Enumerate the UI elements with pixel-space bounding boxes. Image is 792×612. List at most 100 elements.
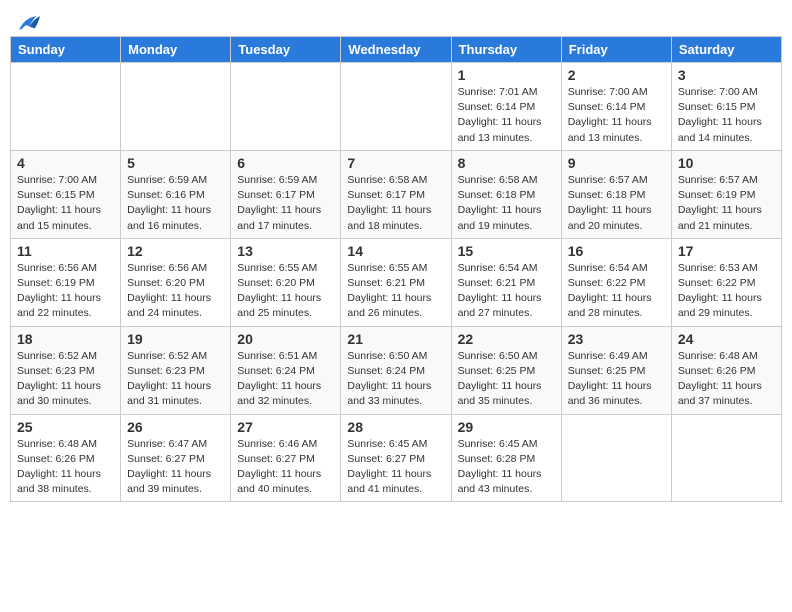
day-info: Sunrise: 6:52 AM Sunset: 6:23 PM Dayligh… — [127, 349, 224, 410]
table-row — [561, 414, 671, 502]
col-wednesday: Wednesday — [341, 37, 451, 63]
day-info: Sunrise: 6:57 AM Sunset: 6:18 PM Dayligh… — [568, 173, 665, 234]
table-row: 6 Sunrise: 6:59 AM Sunset: 6:17 PM Daylig… — [231, 150, 341, 238]
calendar-week-row: 1 Sunrise: 7:01 AM Sunset: 6:14 PM Daylig… — [11, 63, 782, 151]
day-number: 15 — [458, 243, 555, 259]
table-row: 29 Sunrise: 6:45 AM Sunset: 6:28 PM Dayli… — [451, 414, 561, 502]
table-row: 9 Sunrise: 6:57 AM Sunset: 6:18 PM Daylig… — [561, 150, 671, 238]
day-info: Sunrise: 6:51 AM Sunset: 6:24 PM Dayligh… — [237, 349, 334, 410]
day-info: Sunrise: 7:01 AM Sunset: 6:14 PM Dayligh… — [458, 85, 555, 146]
day-number: 17 — [678, 243, 775, 259]
col-monday: Monday — [121, 37, 231, 63]
table-row — [231, 63, 341, 151]
day-info: Sunrise: 6:50 AM Sunset: 6:24 PM Dayligh… — [347, 349, 444, 410]
day-info: Sunrise: 6:47 AM Sunset: 6:27 PM Dayligh… — [127, 437, 224, 498]
calendar-week-row: 25Sunrise: 6:48 AM Sunset: 6:26 PM Dayli… — [11, 414, 782, 502]
day-info: Sunrise: 7:00 AM Sunset: 6:15 PM Dayligh… — [17, 173, 114, 234]
day-info: Sunrise: 6:52 AM Sunset: 6:23 PM Dayligh… — [17, 349, 114, 410]
table-row — [11, 63, 121, 151]
table-row: 11 Sunrise: 6:56 AM Sunset: 6:19 PM Dayli… — [11, 238, 121, 326]
day-info: Sunrise: 6:56 AM Sunset: 6:19 PM Dayligh… — [17, 261, 114, 322]
table-row: 22 Sunrise: 6:50 AM Sunset: 6:25 PM Dayli… — [451, 326, 561, 414]
day-info: Sunrise: 6:48 AM Sunset: 6:26 PM Dayligh… — [678, 349, 775, 410]
calendar-week-row: 4 Sunrise: 7:00 AM Sunset: 6:15 PM Daylig… — [11, 150, 782, 238]
day-number: 21 — [347, 331, 444, 347]
day-number: 11 — [17, 243, 114, 259]
page-header — [10, 10, 782, 30]
day-number: 10 — [678, 155, 775, 171]
logo-bird-icon — [12, 14, 40, 34]
table-row: 1 Sunrise: 7:01 AM Sunset: 6:14 PM Daylig… — [451, 63, 561, 151]
table-row: 15 Sunrise: 6:54 AM Sunset: 6:21 PM Dayli… — [451, 238, 561, 326]
day-number: 2 — [568, 67, 665, 83]
table-row: 27 Sunrise: 6:46 AM Sunset: 6:27 PM Dayli… — [231, 414, 341, 502]
day-number: 4 — [17, 155, 114, 171]
day-number: 18 — [17, 331, 114, 347]
table-row: 8 Sunrise: 6:58 AM Sunset: 6:18 PM Daylig… — [451, 150, 561, 238]
day-info: Sunrise: 6:58 AM Sunset: 6:18 PM Dayligh… — [458, 173, 555, 234]
table-row: 10 Sunrise: 6:57 AM Sunset: 6:19 PM Dayli… — [671, 150, 781, 238]
calendar-week-row: 11 Sunrise: 6:56 AM Sunset: 6:19 PM Dayli… — [11, 238, 782, 326]
day-info: Sunrise: 6:54 AM Sunset: 6:21 PM Dayligh… — [458, 261, 555, 322]
day-info: Sunrise: 6:57 AM Sunset: 6:19 PM Dayligh… — [678, 173, 775, 234]
day-number: 20 — [237, 331, 334, 347]
day-number: 5 — [127, 155, 224, 171]
logo — [10, 10, 40, 30]
day-info: Sunrise: 6:56 AM Sunset: 6:20 PM Dayligh… — [127, 261, 224, 322]
day-info: Sunrise: 6:55 AM Sunset: 6:21 PM Dayligh… — [347, 261, 444, 322]
table-row: 17 Sunrise: 6:53 AM Sunset: 6:22 PM Dayli… — [671, 238, 781, 326]
day-number: 1 — [458, 67, 555, 83]
day-number: 28 — [347, 419, 444, 435]
table-row: 7 Sunrise: 6:58 AM Sunset: 6:17 PM Daylig… — [341, 150, 451, 238]
table-row: 12 Sunrise: 6:56 AM Sunset: 6:20 PM Dayli… — [121, 238, 231, 326]
day-info: Sunrise: 6:45 AM Sunset: 6:28 PM Dayligh… — [458, 437, 555, 498]
day-info: Sunrise: 6:50 AM Sunset: 6:25 PM Dayligh… — [458, 349, 555, 410]
table-row — [341, 63, 451, 151]
table-row: 14 Sunrise: 6:55 AM Sunset: 6:21 PM Dayli… — [341, 238, 451, 326]
calendar-header-row: Sunday Monday Tuesday Wednesday Thursday… — [11, 37, 782, 63]
day-number: 14 — [347, 243, 444, 259]
calendar-table: Sunday Monday Tuesday Wednesday Thursday… — [10, 36, 782, 502]
day-info: Sunrise: 6:55 AM Sunset: 6:20 PM Dayligh… — [237, 261, 334, 322]
col-sunday: Sunday — [11, 37, 121, 63]
calendar-week-row: 18 Sunrise: 6:52 AM Sunset: 6:23 PM Dayli… — [11, 326, 782, 414]
day-number: 22 — [458, 331, 555, 347]
table-row: 5 Sunrise: 6:59 AM Sunset: 6:16 PM Daylig… — [121, 150, 231, 238]
day-number: 3 — [678, 67, 775, 83]
day-number: 26 — [127, 419, 224, 435]
table-row: 20 Sunrise: 6:51 AM Sunset: 6:24 PM Dayli… — [231, 326, 341, 414]
table-row: 18 Sunrise: 6:52 AM Sunset: 6:23 PM Dayli… — [11, 326, 121, 414]
day-info: Sunrise: 6:58 AM Sunset: 6:17 PM Dayligh… — [347, 173, 444, 234]
day-number: 6 — [237, 155, 334, 171]
day-info: Sunrise: 6:59 AM Sunset: 6:16 PM Dayligh… — [127, 173, 224, 234]
table-row — [671, 414, 781, 502]
day-info: Sunrise: 6:48 AM Sunset: 6:26 PM Dayligh… — [17, 437, 114, 498]
table-row: 16Sunrise: 6:54 AM Sunset: 6:22 PM Dayli… — [561, 238, 671, 326]
table-row: 25Sunrise: 6:48 AM Sunset: 6:26 PM Dayli… — [11, 414, 121, 502]
day-info: Sunrise: 6:53 AM Sunset: 6:22 PM Dayligh… — [678, 261, 775, 322]
day-info: Sunrise: 7:00 AM Sunset: 6:14 PM Dayligh… — [568, 85, 665, 146]
day-number: 9 — [568, 155, 665, 171]
col-friday: Friday — [561, 37, 671, 63]
table-row: 28 Sunrise: 6:45 AM Sunset: 6:27 PM Dayli… — [341, 414, 451, 502]
day-number: 13 — [237, 243, 334, 259]
day-info: Sunrise: 6:45 AM Sunset: 6:27 PM Dayligh… — [347, 437, 444, 498]
day-number: 29 — [458, 419, 555, 435]
table-row: 4 Sunrise: 7:00 AM Sunset: 6:15 PM Daylig… — [11, 150, 121, 238]
table-row: 23Sunrise: 6:49 AM Sunset: 6:25 PM Dayli… — [561, 326, 671, 414]
day-number: 12 — [127, 243, 224, 259]
table-row — [121, 63, 231, 151]
day-info: Sunrise: 6:46 AM Sunset: 6:27 PM Dayligh… — [237, 437, 334, 498]
day-number: 24 — [678, 331, 775, 347]
col-saturday: Saturday — [671, 37, 781, 63]
day-number: 23 — [568, 331, 665, 347]
day-number: 7 — [347, 155, 444, 171]
day-number: 19 — [127, 331, 224, 347]
day-info: Sunrise: 6:59 AM Sunset: 6:17 PM Dayligh… — [237, 173, 334, 234]
col-tuesday: Tuesday — [231, 37, 341, 63]
day-number: 27 — [237, 419, 334, 435]
day-info: Sunrise: 7:00 AM Sunset: 6:15 PM Dayligh… — [678, 85, 775, 146]
table-row: 21 Sunrise: 6:50 AM Sunset: 6:24 PM Dayli… — [341, 326, 451, 414]
day-number: 8 — [458, 155, 555, 171]
day-number: 16 — [568, 243, 665, 259]
